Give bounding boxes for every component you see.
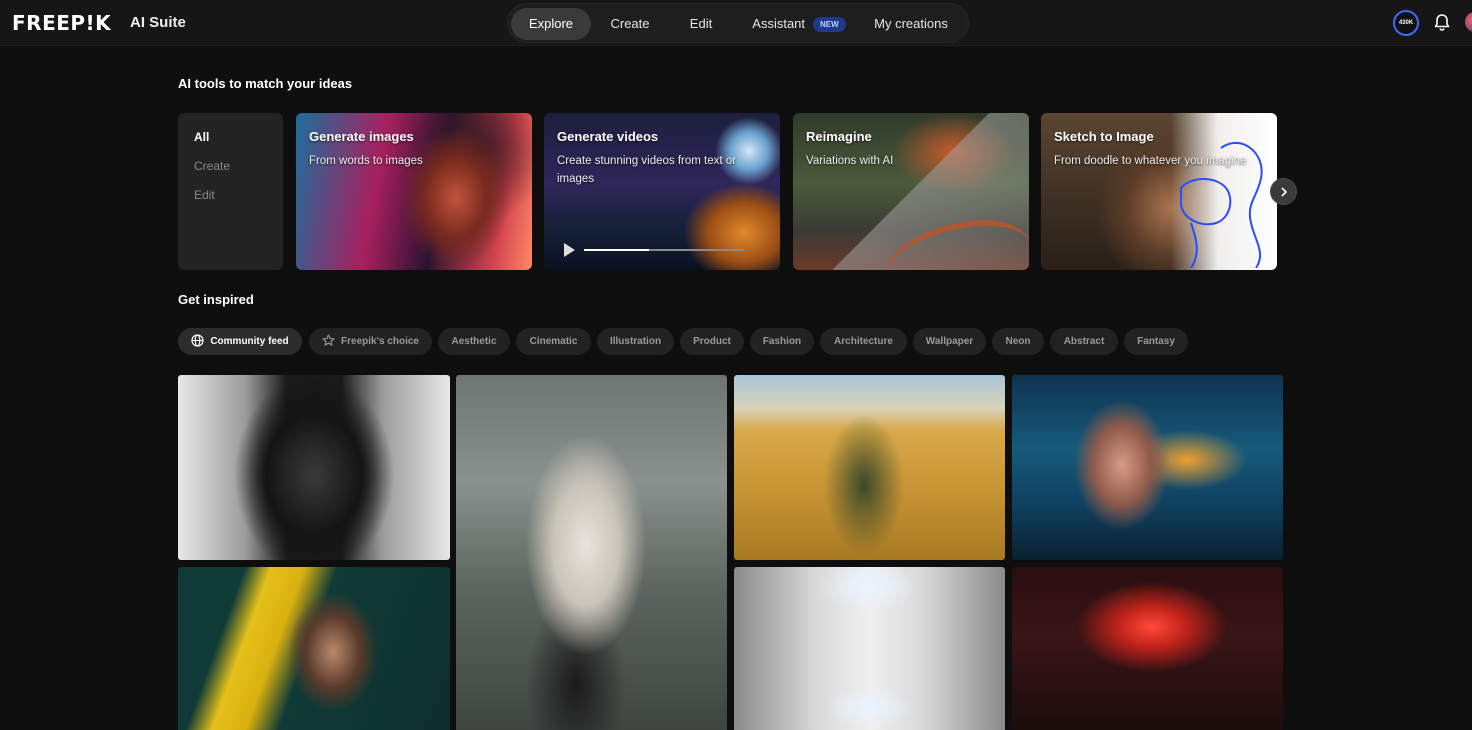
- nav-assistant[interactable]: Assistant NEW: [740, 8, 858, 40]
- nav-edit[interactable]: Edit: [670, 8, 732, 40]
- filter-edit[interactable]: Edit: [194, 188, 215, 202]
- tool-card-title: Reimagine: [806, 129, 872, 144]
- video-progress-fill: [584, 249, 649, 251]
- inspired-section-title: Get inspired: [178, 292, 254, 307]
- chip-architecture[interactable]: Architecture: [820, 328, 907, 355]
- chip-abstract[interactable]: Abstract: [1050, 328, 1118, 355]
- tool-card-sketch-to-image[interactable]: Sketch to Image From doodle to whatever …: [1041, 113, 1277, 270]
- tools-section-title: AI tools to match your ideas: [178, 76, 353, 91]
- filter-all[interactable]: All: [194, 130, 209, 144]
- chip-label: Community feed: [210, 336, 289, 347]
- gallery-image-portrait-bw[interactable]: [178, 375, 450, 560]
- tool-card-subtitle: Variations with AI: [806, 155, 894, 167]
- chip-fashion[interactable]: Fashion: [750, 328, 814, 355]
- chip-wallpaper[interactable]: Wallpaper: [913, 328, 986, 355]
- tool-card-title: Generate videos: [557, 129, 659, 144]
- gallery-image-architecture[interactable]: [734, 567, 1005, 730]
- play-icon: [564, 243, 575, 257]
- gallery-image-neon-portrait[interactable]: [1012, 375, 1283, 560]
- gallery-image-wheat-field[interactable]: [734, 375, 1005, 560]
- main-nav: Explore Create Edit Assistant NEW My crea…: [507, 3, 969, 43]
- chip-cinematic[interactable]: Cinematic: [516, 328, 591, 355]
- nav-assistant-label: Assistant: [752, 16, 806, 31]
- gallery-image-red-ufo[interactable]: [1012, 567, 1283, 730]
- gallery-image-white-dress[interactable]: [456, 375, 727, 730]
- tool-card-subtitle: Create stunning videos from text or imag…: [557, 155, 736, 185]
- carousel-next-button[interactable]: [1270, 178, 1297, 205]
- top-bar: FREEP!K AI Suite Explore Create Edit Ass…: [0, 0, 1472, 46]
- chip-fantasy[interactable]: Fantasy: [1124, 328, 1188, 355]
- freepik-logo[interactable]: FREEP!K: [12, 11, 111, 35]
- credits-badge[interactable]: 430K: [1393, 10, 1419, 36]
- tool-card-title: Generate images: [309, 129, 414, 144]
- globe-icon: [191, 334, 204, 347]
- chip-aesthetic[interactable]: Aesthetic: [438, 328, 510, 355]
- gallery-image-yellow-light-portrait[interactable]: [178, 567, 450, 730]
- avatar[interactable]: [1465, 12, 1472, 32]
- nav-explore[interactable]: Explore: [511, 8, 591, 40]
- chip-freepiks-choice[interactable]: Freepik's choice: [309, 328, 432, 355]
- tool-card-generate-videos[interactable]: Generate videos Create stunning videos f…: [544, 113, 780, 270]
- chip-product[interactable]: Product: [680, 328, 744, 355]
- tool-card-subtitle: From doodle to whatever you imagine: [1054, 155, 1247, 167]
- nav-my-creations[interactable]: My creations: [864, 8, 958, 40]
- tool-card-title: Sketch to Image: [1054, 129, 1154, 144]
- chip-neon[interactable]: Neon: [992, 328, 1044, 355]
- bell-icon[interactable]: [1433, 13, 1451, 33]
- tool-card-subtitle: From words to images: [309, 155, 423, 167]
- tool-card-reimagine[interactable]: Reimagine Variations with AI: [793, 113, 1029, 270]
- sketch-lines: [1180, 141, 1263, 268]
- tools-filter-menu: All Create Edit: [178, 113, 283, 270]
- ai-suite-label[interactable]: AI Suite: [130, 14, 186, 31]
- nav-create[interactable]: Create: [594, 8, 666, 40]
- chip-label: Freepik's choice: [341, 336, 419, 347]
- chip-community-feed[interactable]: Community feed: [178, 328, 302, 355]
- star-icon: [322, 334, 335, 346]
- chip-illustration[interactable]: Illustration: [597, 328, 674, 355]
- filter-create[interactable]: Create: [194, 159, 230, 173]
- tool-card-generate-images[interactable]: Generate images From words to images: [296, 113, 532, 270]
- chevron-right-icon: [1280, 187, 1287, 197]
- new-badge: NEW: [813, 17, 846, 33]
